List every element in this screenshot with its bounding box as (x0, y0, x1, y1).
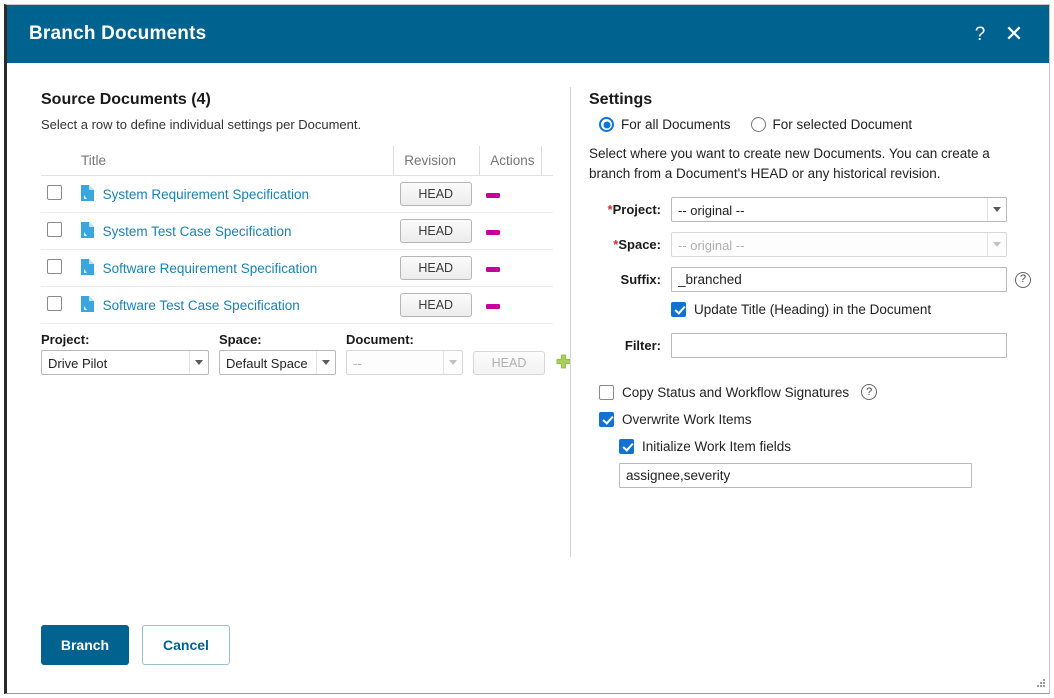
document-title-link[interactable]: System Requirement Specification (103, 188, 309, 203)
add-document-row: Project: Drive Pilot Space: Default Spac… (41, 332, 571, 375)
settings-filter-label: Filter: (624, 338, 661, 354)
settings-space-row: *Space: -- original -- (589, 232, 1049, 258)
overwrite-work-items-checkbox-row[interactable]: Overwrite Work Items (599, 412, 1049, 428)
source-documents-pane: Source Documents (4) Select a row to def… (7, 63, 571, 625)
pane-divider (570, 87, 571, 557)
add-space-field: Space: Default Space (219, 332, 336, 375)
document-icon (81, 259, 94, 276)
initialize-fields-input-wrap (619, 463, 972, 489)
settings-suffix-label: Suffix: (620, 272, 661, 288)
source-documents-heading: Source Documents (4) (41, 91, 211, 108)
column-header-select (41, 146, 75, 176)
update-title-checkbox-row[interactable]: Update Title (Heading) in the Document (671, 302, 932, 318)
dialog-body: Source Documents (4) Select a row to def… (7, 63, 1049, 625)
add-project-label: Project: (41, 332, 90, 347)
help-circle-icon[interactable]: ? (1015, 271, 1031, 288)
cancel-button[interactable]: Cancel (142, 625, 230, 665)
branch-button[interactable]: Branch (41, 625, 129, 665)
initialize-fields-label: Initialize Work Item fields (642, 439, 792, 455)
remove-row-icon[interactable] (485, 229, 500, 235)
row-select-checkbox[interactable] (47, 222, 62, 237)
remove-row-icon[interactable] (485, 303, 500, 309)
column-header-endcap (540, 146, 553, 176)
row-select-checkbox[interactable] (47, 185, 62, 200)
row-revision-button[interactable]: HEAD (399, 256, 472, 280)
settings-description: Select where you want to create new Docu… (589, 146, 990, 181)
source-documents-rows: System Requirement Specification HEAD Sy… (41, 175, 553, 324)
radio-for-selected-document-label: For selected Document (772, 117, 913, 132)
copy-status-label: Copy Status and Workflow Signatures (622, 384, 850, 400)
initialize-fields-checkbox-row[interactable]: Initialize Work Item fields (619, 439, 1049, 455)
copy-status-checkbox-row[interactable]: Copy Status and Workflow Signatures ? (599, 384, 1049, 401)
document-icon (81, 296, 94, 313)
resize-grip[interactable] (1033, 677, 1046, 690)
settings-scope-radiogroup: For all Documents For selected Document (599, 117, 1049, 132)
copy-status-checkbox[interactable] (599, 384, 614, 400)
table-header-row: Title Revision Actions (41, 146, 553, 176)
settings-space-select[interactable]: -- original -- (671, 232, 1007, 258)
add-space-label: Space: (219, 332, 262, 347)
row-revision-button[interactable]: HEAD (399, 219, 472, 243)
overwrite-work-items-checkbox[interactable] (599, 412, 614, 428)
radio-for-selected-document[interactable]: For selected Document (750, 117, 913, 132)
settings-project-label: *Project: (607, 202, 661, 218)
help-icon[interactable]: ? (963, 17, 997, 51)
column-header-actions: Actions (479, 146, 541, 176)
table-row[interactable]: System Test Case Specification HEAD (41, 212, 553, 250)
row-revision-button[interactable]: HEAD (399, 182, 472, 206)
document-title-link[interactable]: System Test Case Specification (103, 225, 292, 240)
settings-update-title-row: Update Title (Heading) in the Document (671, 302, 1049, 318)
add-revision-button[interactable]: HEAD (473, 351, 545, 375)
source-documents-hint: Select a row to define individual settin… (41, 117, 362, 132)
settings-space-label: *Space: (613, 237, 661, 253)
add-document-select[interactable]: -- (346, 350, 463, 375)
settings-filter-row: Filter: (589, 333, 1049, 359)
settings-heading: Settings (589, 91, 653, 108)
update-title-checkbox[interactable] (671, 302, 686, 318)
source-documents-table: Title Revision Actions System Requiremen… (41, 146, 553, 324)
document-icon (81, 222, 94, 239)
row-select-checkbox[interactable] (47, 259, 62, 274)
document-title-link[interactable]: Software Test Case Specification (103, 299, 300, 314)
initialize-fields-input[interactable] (619, 463, 972, 489)
column-header-title: Title (75, 146, 394, 176)
update-title-label: Update Title (Heading) in the Document (694, 302, 932, 318)
add-project-select[interactable]: Drive Pilot (41, 350, 209, 375)
radio-for-all-documents[interactable]: For all Documents (599, 117, 731, 132)
table-row[interactable]: Software Test Case Specification HEAD (41, 286, 553, 324)
row-revision-button[interactable]: HEAD (399, 293, 472, 317)
add-document-label: Document: (346, 332, 414, 347)
suffix-input[interactable] (671, 267, 1007, 293)
initialize-fields-checkbox[interactable] (619, 439, 634, 455)
add-space-select[interactable]: Default Space (219, 350, 336, 375)
document-icon (81, 185, 94, 202)
document-title-link[interactable]: Software Requirement Specification (103, 262, 318, 277)
settings-project-row: *Project: -- original -- (589, 197, 1049, 223)
column-header-revision: Revision (393, 146, 480, 176)
settings-suffix-row: Suffix: ? (589, 267, 1049, 293)
settings-project-select[interactable]: -- original -- (671, 197, 1007, 223)
radio-for-all-documents-label: For all Documents (621, 117, 731, 132)
help-circle-icon[interactable]: ? (861, 384, 878, 401)
table-row[interactable]: System Requirement Specification HEAD (41, 175, 553, 213)
add-project-field: Project: Drive Pilot (41, 332, 209, 375)
radio-indicator (750, 117, 766, 132)
remove-row-icon[interactable] (485, 192, 500, 198)
overwrite-work-items-label: Overwrite Work Items (622, 412, 752, 428)
dialog-title: Branch Documents (29, 23, 207, 44)
table-row[interactable]: Software Requirement Specification HEAD (41, 249, 553, 287)
remove-row-icon[interactable] (485, 266, 500, 272)
dialog-footer: Branch Cancel (7, 625, 1049, 693)
filter-input[interactable] (671, 333, 1007, 359)
row-select-checkbox[interactable] (47, 296, 62, 311)
close-icon[interactable]: ✕ (997, 17, 1031, 51)
dialog-titlebar: Branch Documents ? ✕ (7, 5, 1049, 63)
add-document-field: Document: -- (346, 332, 463, 375)
radio-indicator (599, 117, 614, 132)
branch-documents-dialog: Branch Documents ? ✕ Source Documents (4… (4, 4, 1050, 694)
settings-pane: Settings For all Documents For selected … (569, 63, 1049, 625)
